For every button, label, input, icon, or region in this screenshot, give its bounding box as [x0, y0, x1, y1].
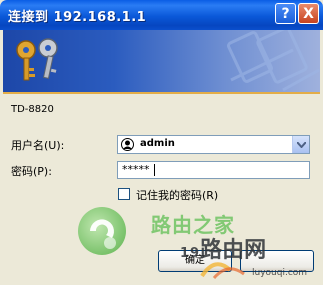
username-label: 用户名(U): — [11, 139, 65, 152]
router-icon — [200, 262, 245, 280]
watermark-domain: luyouqi.com — [252, 268, 308, 278]
banner — [3, 30, 320, 92]
password-value: ***** — [122, 163, 150, 176]
text-caret — [154, 164, 155, 176]
title-bar[interactable]: 连接到 192.168.1.1 ? X — [0, 0, 323, 30]
username-combobox[interactable]: admin — [117, 135, 310, 154]
keys-icon — [16, 38, 58, 81]
watermark-brand-prefix: 19 — [180, 246, 201, 261]
device-name: TD-8820 — [11, 104, 54, 115]
password-field[interactable]: ***** — [117, 161, 310, 179]
password-label: 密码(P): — [11, 165, 52, 178]
remember-label: 记住我的密码(R) — [136, 189, 219, 202]
window-title: 连接到 192.168.1.1 — [8, 10, 147, 25]
banner-stripe — [3, 92, 320, 94]
user-icon — [121, 138, 134, 151]
remember-checkbox[interactable] — [118, 188, 130, 200]
username-value: admin — [140, 138, 175, 149]
username-dropdown-button[interactable] — [292, 136, 309, 153]
login-dialog: 连接到 192.168.1.1 ? X TD-8820 用户名(U): admi… — [0, 0, 323, 285]
help-button[interactable]: ? — [275, 3, 296, 24]
site-logo-icon — [78, 207, 126, 255]
close-button[interactable]: X — [298, 3, 319, 24]
chevron-down-icon — [297, 142, 306, 148]
